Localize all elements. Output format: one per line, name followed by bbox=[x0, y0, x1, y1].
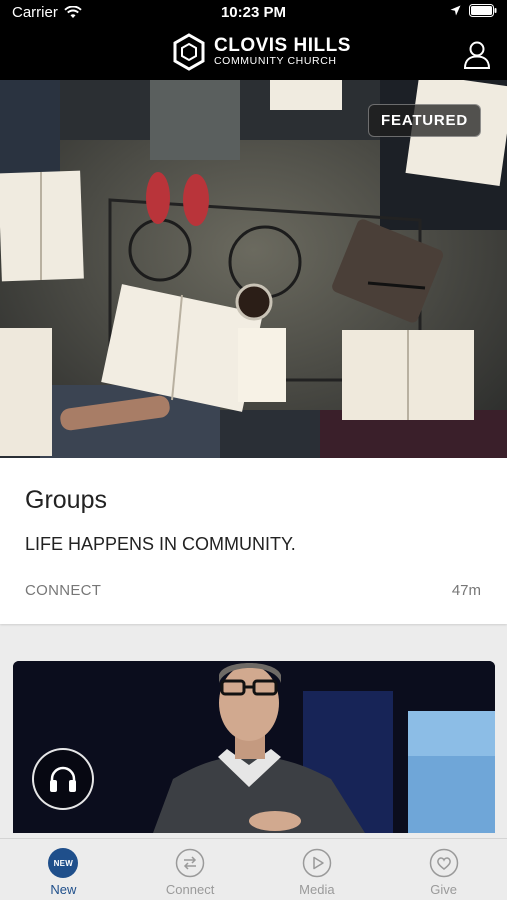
featured-badge: FEATURED bbox=[368, 104, 481, 137]
tab-label: Give bbox=[430, 882, 457, 897]
status-time: 10:23 PM bbox=[220, 4, 287, 21]
battery-icon bbox=[469, 4, 497, 17]
audio-play-button[interactable] bbox=[32, 748, 94, 810]
card-subtitle: LIFE HAPPENS IN COMMUNITY. bbox=[25, 534, 296, 554]
hexagon-logo-icon bbox=[173, 33, 205, 71]
top-bar: Carrier 10:23 PM CLOVIS HILLS COMMUNITY … bbox=[0, 0, 507, 80]
tab-new[interactable]: NEW New bbox=[0, 839, 127, 900]
tab-media[interactable]: Media bbox=[254, 839, 381, 900]
status-right bbox=[450, 4, 497, 17]
tab-label: Connect bbox=[165, 882, 215, 897]
tab-connect[interactable]: Connect bbox=[127, 839, 254, 900]
play-icon bbox=[302, 848, 332, 878]
tab-bar: NEW New Connect Media Give bbox=[0, 838, 507, 900]
card-duration: 47m bbox=[451, 582, 481, 599]
status-bar: Carrier 10:23 PM bbox=[0, 0, 507, 26]
tab-label: New bbox=[50, 882, 77, 897]
featured-card-body[interactable]: Groups LIFE HAPPENS IN COMMUNITY. CONNEC… bbox=[0, 458, 507, 624]
brand-subtitle: COMMUNITY CHURCH bbox=[214, 55, 337, 67]
card-title: Groups bbox=[25, 486, 107, 514]
headphones-icon bbox=[50, 766, 76, 792]
church-logo[interactable]: CLOVIS HILLS COMMUNITY CHURCH bbox=[172, 33, 351, 71]
brand-name: CLOVIS HILLS bbox=[214, 35, 351, 56]
profile-icon[interactable] bbox=[463, 40, 491, 70]
new-badge-icon: NEW bbox=[48, 848, 79, 878]
heart-icon bbox=[429, 848, 458, 878]
location-arrow-icon bbox=[450, 5, 461, 16]
speaker-photo bbox=[13, 661, 495, 833]
featured-card-image[interactable]: FEATURED bbox=[0, 80, 507, 458]
media-card[interactable] bbox=[13, 661, 495, 833]
logo-text: CLOVIS HILLS COMMUNITY CHURCH bbox=[214, 35, 351, 67]
card-category: CONNECT bbox=[25, 582, 102, 599]
tab-give[interactable]: Give bbox=[380, 839, 507, 900]
connect-icon bbox=[175, 848, 205, 878]
tab-label: Media bbox=[299, 882, 335, 897]
